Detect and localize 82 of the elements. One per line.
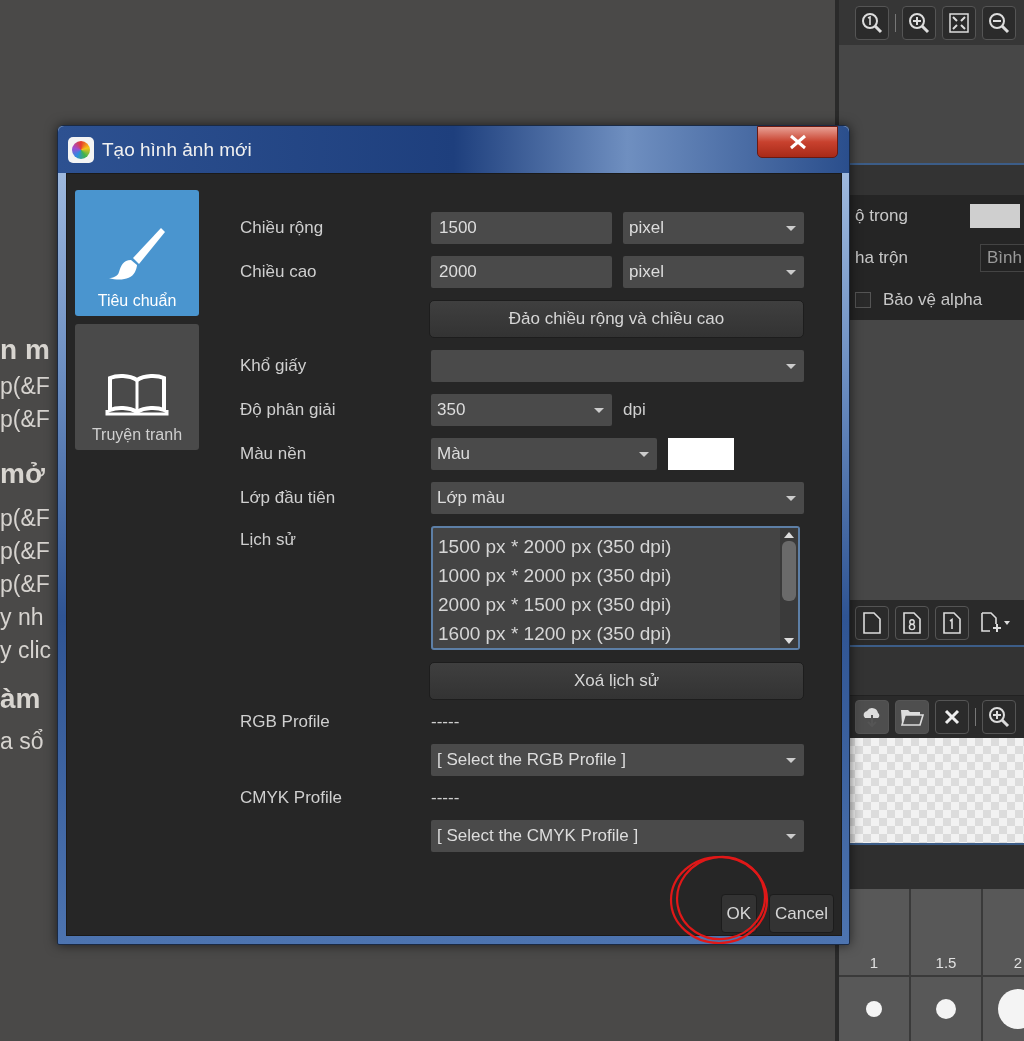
blend-mode-dropdown[interactable]: Bình <box>979 243 1024 272</box>
rgb-profile-dropdown[interactable]: [ Select the RGB Profile ] <box>431 744 804 776</box>
zoom-in-button[interactable] <box>902 5 936 40</box>
document-text: p(&F <box>0 537 50 566</box>
history-item[interactable]: 2000 px * 1500 px (350 dpi) <box>438 590 780 619</box>
actual-size-button[interactable] <box>855 5 889 40</box>
profile-value: ----- <box>431 788 460 808</box>
height-input[interactable]: 2000 <box>431 256 612 288</box>
document-heading: àm <box>0 682 41 716</box>
window-title: Tạo hình ảnh mới <box>102 138 252 161</box>
field-label: Độ phân giải <box>240 400 337 420</box>
blend-mode-label: ha trộn <box>855 247 908 268</box>
zoom-actual-icon <box>861 11 883 34</box>
document-heading: mở <box>0 457 45 491</box>
brush-size-option[interactable]: 1.5 <box>911 889 981 975</box>
profile-value: ----- <box>431 712 460 732</box>
cmyk-profile-dropdown[interactable]: [ Select the CMYK Profile ] <box>431 820 804 852</box>
resolution-combobox[interactable]: 350 <box>431 394 612 426</box>
opacity-field[interactable] <box>969 203 1020 228</box>
folder-button[interactable] <box>895 700 929 734</box>
cancel-button[interactable]: Cancel <box>769 894 834 933</box>
fit-screen-button[interactable] <box>942 5 976 40</box>
close-button[interactable] <box>757 126 838 158</box>
field-label: Lớp đầu tiên <box>240 488 337 508</box>
protect-alpha-label: Bảo vệ alpha <box>883 289 983 310</box>
page-one-icon <box>941 610 963 635</box>
brush-size-option[interactable]: 2 <box>983 889 1024 975</box>
field-label: Chiều rộng <box>240 218 325 238</box>
page-one-button[interactable] <box>935 605 969 640</box>
preset-tab[interactable]: Truyện tranh <box>75 324 199 450</box>
document-text: p(&F <box>0 570 50 599</box>
zoom-out-button[interactable] <box>982 5 1016 40</box>
protect-alpha-checkbox[interactable] <box>855 291 871 308</box>
opacity-label: ộ trong <box>855 205 908 226</box>
new-page-icon <box>979 610 1011 635</box>
field-label: Chiều cao <box>240 262 318 282</box>
zoom-in-icon <box>908 11 930 34</box>
unit-dropdown[interactable]: pixel <box>623 212 804 244</box>
history-item[interactable]: 1600 px * 1200 px (350 dpi) <box>438 619 780 648</box>
page-eight-button[interactable] <box>895 605 929 640</box>
field-label: Màu nền <box>240 444 308 464</box>
field-label: CMYK Profile <box>240 788 344 808</box>
zoom-out-icon <box>988 11 1010 34</box>
document-text: a sổ <box>0 727 44 756</box>
color-swatch[interactable] <box>668 438 734 470</box>
page-button[interactable] <box>855 605 889 640</box>
scroll-up-icon[interactable] <box>783 531 795 539</box>
unit-label: dpi <box>623 400 646 420</box>
field-label: Khổ giấy <box>240 356 308 376</box>
document-text: y nh <box>0 603 44 632</box>
cloud-download-button[interactable] <box>855 700 889 734</box>
folder-icon <box>900 707 924 727</box>
scrollbar[interactable] <box>780 528 798 648</box>
close-icon <box>943 708 961 726</box>
document-text: p(&F <box>0 405 50 434</box>
brush-dot-icon <box>866 1001 882 1017</box>
history-item[interactable]: 1500 px * 2000 px (350 dpi) <box>438 532 780 561</box>
width-input[interactable]: 1500 <box>431 212 612 244</box>
zoom-in-icon <box>988 706 1010 728</box>
document-text: p(&F <box>0 372 50 401</box>
scroll-down-icon[interactable] <box>783 637 795 645</box>
field-label: RGB Profile <box>240 712 331 732</box>
document-text: p(&F <box>0 504 50 533</box>
close-icon <box>787 134 808 150</box>
zoom-in-button[interactable] <box>982 700 1016 734</box>
background-type-dropdown[interactable]: Màu <box>431 438 657 470</box>
clear-history-button[interactable]: Xoá lịch sử <box>429 662 804 700</box>
document-heading: n m <box>0 333 50 367</box>
close-button[interactable] <box>935 700 969 734</box>
page-icon <box>861 610 883 635</box>
field-label: Lịch sử <box>240 530 297 550</box>
document-text: y clic <box>0 636 52 665</box>
history-item[interactable]: 1000 px * 2000 px (350 dpi) <box>438 561 780 590</box>
first-layer-dropdown[interactable]: Lớp màu <box>431 482 804 514</box>
swap-dimensions-button[interactable]: Đảo chiều rộng và chiều cao <box>429 300 804 338</box>
brush-dot-icon <box>936 999 956 1019</box>
unit-dropdown[interactable]: pixel <box>623 256 804 288</box>
app-icon <box>68 136 94 163</box>
ok-button[interactable]: OK <box>720 894 758 933</box>
page-eight-icon <box>901 610 923 635</box>
fit-screen-icon <box>948 11 970 34</box>
open-book-icon <box>105 372 169 416</box>
